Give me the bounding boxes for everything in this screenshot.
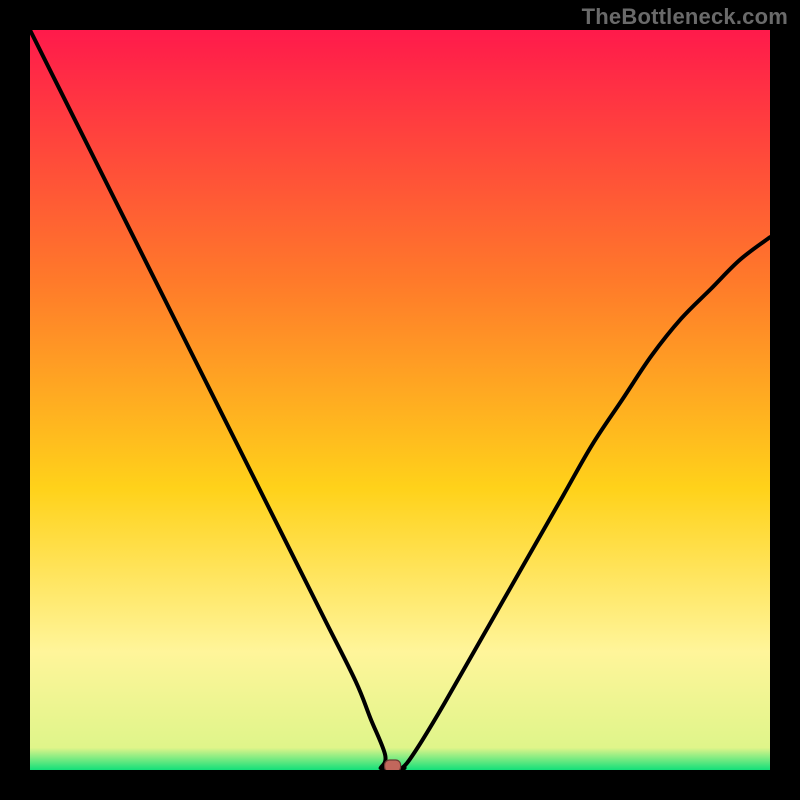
plot-area [30, 30, 770, 770]
chart-frame: TheBottleneck.com [0, 0, 800, 800]
bottleneck-chart [30, 30, 770, 770]
notch-marker [385, 760, 401, 770]
gradient-background [30, 30, 770, 770]
watermark-text: TheBottleneck.com [582, 4, 788, 30]
